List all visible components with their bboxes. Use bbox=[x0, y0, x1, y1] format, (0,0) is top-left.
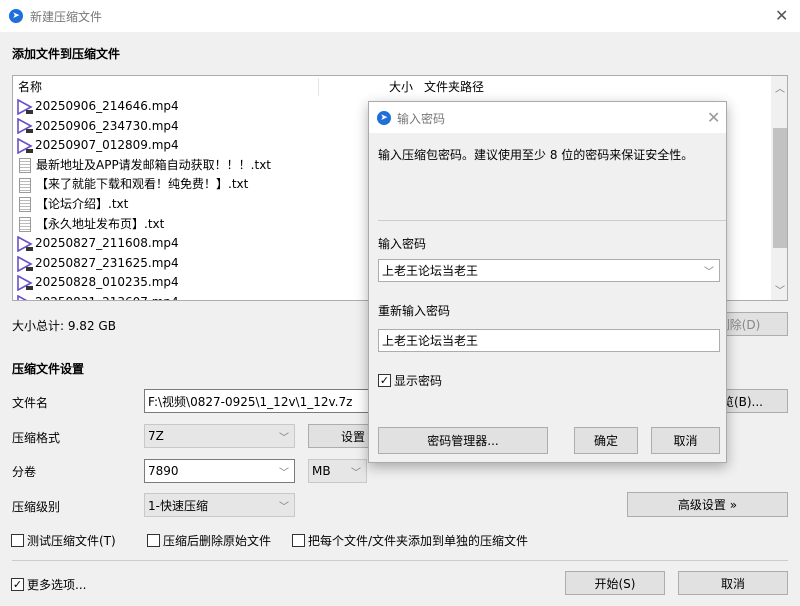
list-item[interactable]: 【来了就能下载和观看！纯免费！】.txt bbox=[17, 175, 248, 195]
checkbox-checked[interactable]: ✓ bbox=[378, 374, 391, 387]
file-name: 20250906_234730.mp4 bbox=[35, 118, 179, 133]
text-file-icon bbox=[19, 158, 31, 174]
list-item[interactable]: 20250827_211608.mp4 bbox=[17, 234, 179, 254]
chevron-down-icon: ﹀ bbox=[279, 432, 289, 444]
separate-label: 把每个文件/文件夹添加到单独的压缩文件 bbox=[308, 534, 529, 548]
more-options-label: 更多选项... bbox=[27, 578, 87, 592]
reenter-input[interactable]: 上老王论坛当老王 bbox=[378, 329, 720, 352]
test-label: 测试压缩文件(T) bbox=[27, 534, 116, 548]
chevron-down-icon: ﹀ bbox=[351, 467, 361, 479]
checkbox-checked[interactable]: ✓ bbox=[11, 578, 24, 591]
divider bbox=[12, 560, 788, 561]
list-item[interactable]: 【永久地址发布页】.txt bbox=[17, 215, 164, 235]
filename-label: 文件名 bbox=[12, 396, 49, 410]
file-name: 20250906_214646.mp4 bbox=[35, 99, 179, 113]
start-button[interactable]: 开始(S) bbox=[565, 571, 665, 595]
file-name: 最新地址及APP请发邮箱自动获取！！！.txt bbox=[36, 157, 272, 172]
delete-after-checkbox[interactable]: 压缩后删除原始文件 bbox=[147, 532, 271, 549]
window-title: 新建压缩文件 bbox=[30, 10, 103, 24]
password-value: 上老王论坛当老王 bbox=[382, 264, 479, 278]
video-file-icon bbox=[17, 137, 33, 155]
video-file-icon bbox=[17, 274, 33, 292]
file-name: 20250828_010235.mp4 bbox=[35, 275, 179, 290]
delete-after-label: 压缩后删除原始文件 bbox=[163, 534, 272, 548]
title-bar: ➤ 新建压缩文件 ✕ bbox=[0, 0, 800, 32]
password-dialog: ➤ 输入密码 ✕ 输入压缩包密码。建议使用至少 8 位的密码来保证安全性。 输入… bbox=[368, 101, 727, 463]
level-select[interactable]: 1-快速压缩 ﹀ bbox=[144, 493, 295, 517]
list-item[interactable]: 20250906_234730.mp4 bbox=[17, 117, 179, 137]
text-file-icon bbox=[19, 197, 31, 213]
level-label: 压缩级别 bbox=[12, 500, 61, 514]
more-options-checkbox[interactable]: ✓ 更多选项... bbox=[11, 576, 86, 593]
video-file-icon bbox=[17, 98, 33, 116]
split-input[interactable]: 7890 ﹀ bbox=[144, 459, 295, 483]
file-name: 20250907_012809.mp4 bbox=[35, 138, 179, 153]
chevron-down-icon: ﹀ bbox=[279, 467, 289, 479]
app-icon: ➤ bbox=[9, 9, 23, 23]
file-name: 【来了就能下载和观看！纯免费！】.txt bbox=[36, 177, 249, 192]
file-name: 【永久地址发布页】.txt bbox=[36, 216, 165, 231]
password-manager-button[interactable]: 密码管理器... bbox=[378, 427, 548, 454]
cancel-button[interactable]: 取消 bbox=[678, 571, 788, 595]
text-file-icon bbox=[19, 177, 31, 193]
settings-heading: 压缩文件设置 bbox=[12, 362, 85, 376]
dialog-title-bar: ➤ 输入密码 ✕ bbox=[369, 102, 726, 133]
split-unit-select[interactable]: MB ﹀ bbox=[308, 459, 367, 483]
password-combobox[interactable]: 上老王论坛当老王 ﹀ bbox=[378, 259, 720, 282]
close-icon[interactable]: ✕ bbox=[775, 6, 788, 25]
list-item[interactable]: 20250827_231625.mp4 bbox=[17, 254, 179, 274]
split-value: 7890 bbox=[148, 464, 179, 478]
video-file-icon bbox=[17, 118, 33, 135]
advanced-button[interactable]: 高级设置 » bbox=[627, 492, 788, 517]
dialog-cancel-button[interactable]: 取消 bbox=[651, 427, 720, 454]
file-name: 20250827_211608.mp4 bbox=[35, 236, 179, 251]
dialog-description: 输入压缩包密码。建议使用至少 8 位的密码来保证安全性。 bbox=[378, 148, 694, 162]
list-item[interactable]: 20250906_214646.mp4 bbox=[17, 97, 179, 117]
video-file-icon bbox=[17, 255, 33, 272]
text-file-icon bbox=[19, 216, 31, 232]
password-label: 输入密码 bbox=[378, 237, 427, 251]
file-name: 20250827_231625.mp4 bbox=[35, 255, 179, 270]
file-name: 20250831_213607.mp4 bbox=[35, 293, 179, 300]
list-item[interactable]: 20250828_010235.mp4 bbox=[17, 273, 179, 293]
column-size[interactable]: 大小 bbox=[389, 78, 413, 97]
ok-button[interactable]: 确定 bbox=[574, 427, 638, 454]
list-item[interactable]: 【论坛介绍】.txt bbox=[17, 195, 128, 215]
chevron-down-icon: ﹀ bbox=[279, 501, 289, 513]
chevron-down-icon[interactable]: ﹀ bbox=[704, 263, 714, 278]
list-item[interactable]: 20250907_012809.mp4 bbox=[17, 136, 179, 156]
total-size: 大小总计: 9.82 GB bbox=[12, 319, 116, 333]
divider bbox=[378, 220, 726, 221]
app-icon: ➤ bbox=[377, 111, 391, 125]
format-select[interactable]: 7Z ﹀ bbox=[144, 424, 295, 448]
scroll-down-icon[interactable]: ﹀ bbox=[775, 282, 785, 297]
list-item[interactable]: 20250831_213607.mp4 bbox=[17, 293, 179, 300]
dialog-close-icon[interactable]: ✕ bbox=[707, 108, 720, 127]
format-value: 7Z bbox=[148, 429, 164, 443]
split-label: 分卷 bbox=[12, 465, 37, 479]
file-name: 【论坛介绍】.txt bbox=[36, 197, 129, 211]
show-password-checkbox[interactable]: ✓ 显示密码 bbox=[378, 372, 442, 389]
show-password-label: 显示密码 bbox=[394, 374, 443, 388]
checkbox[interactable] bbox=[292, 534, 305, 547]
checkbox[interactable] bbox=[147, 534, 160, 547]
column-name[interactable]: 名称 bbox=[18, 78, 42, 97]
split-unit-value: MB bbox=[312, 464, 331, 478]
column-path[interactable]: 文件夹路径 bbox=[424, 78, 484, 97]
test-checkbox[interactable]: 测试压缩文件(T) bbox=[11, 532, 116, 549]
level-value: 1-快速压缩 bbox=[148, 498, 208, 513]
reenter-label: 重新输入密码 bbox=[378, 304, 451, 318]
separate-checkbox[interactable]: 把每个文件/文件夹添加到单独的压缩文件 bbox=[292, 532, 528, 549]
video-file-icon bbox=[17, 235, 33, 253]
format-label: 压缩格式 bbox=[12, 431, 61, 445]
checkbox[interactable] bbox=[11, 534, 24, 547]
video-file-icon bbox=[17, 294, 33, 300]
scroll-up-icon[interactable]: ︿ bbox=[775, 80, 785, 95]
scrollbar-thumb[interactable] bbox=[773, 128, 787, 248]
list-item[interactable]: 最新地址及APP请发邮箱自动获取！！！.txt bbox=[17, 156, 271, 176]
add-heading: 添加文件到压缩文件 bbox=[12, 47, 121, 61]
dialog-title: 输入密码 bbox=[397, 112, 446, 126]
